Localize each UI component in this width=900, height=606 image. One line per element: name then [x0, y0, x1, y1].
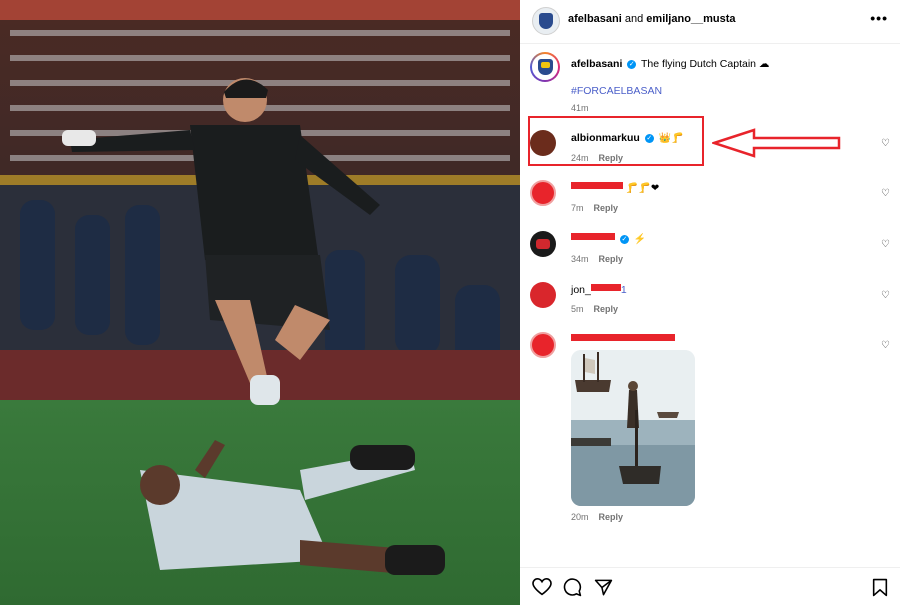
redacted-username	[571, 233, 615, 240]
cloud-emoji: ☁	[758, 58, 770, 70]
comment-time: 20m	[571, 512, 589, 522]
comment-time: 34m	[571, 254, 589, 264]
like-comment-heart-icon[interactable]: ♡	[881, 239, 890, 250]
comment-suffix: 1	[620, 284, 627, 296]
caption: afelbasani ✓ The flying Dutch Captain ☁	[571, 58, 769, 70]
comment-time: 7m	[571, 203, 584, 213]
comment-meta: 5m Reply	[571, 304, 618, 314]
comment-line: ✓ ⚡	[571, 233, 646, 245]
reply-button[interactable]: Reply	[594, 203, 619, 213]
reply-button[interactable]: Reply	[594, 304, 619, 314]
pirate-ship-image	[571, 350, 695, 506]
redacted-username	[590, 284, 621, 291]
highlight-box	[528, 116, 704, 166]
post-header: afelbasani and emiljano__musta •••	[520, 0, 900, 44]
like-comment-heart-icon[interactable]: ♡	[881, 188, 890, 199]
comment-meta: 7m Reply	[571, 203, 618, 213]
photo-image	[0, 0, 520, 605]
post-photo[interactable]	[0, 0, 520, 605]
comment-avatar[interactable]	[530, 332, 556, 358]
comment-time: 5m	[571, 304, 584, 314]
header-title: afelbasani and emiljano__musta	[568, 13, 736, 25]
annotation-arrow	[712, 128, 841, 158]
like-comment-heart-icon[interactable]: ♡	[881, 290, 890, 301]
comment-avatar[interactable]	[530, 231, 556, 257]
post-sidebar: afelbasani and emiljano__musta ••• afelb…	[520, 0, 900, 605]
caption-text: The flying Dutch Captain	[641, 58, 756, 70]
comment-meta: 34m Reply	[571, 254, 623, 264]
header-avatar[interactable]	[532, 7, 560, 35]
comment-emoji: ⚡	[633, 234, 647, 245]
header-connector: and	[624, 13, 644, 25]
comment-emoji: 🦵🦵❤	[625, 183, 660, 194]
comment-line: 🦵🦵❤	[571, 182, 659, 194]
reply-button[interactable]: Reply	[599, 512, 624, 522]
redacted-username	[571, 182, 623, 189]
reply-button[interactable]: Reply	[599, 254, 624, 264]
caption-username[interactable]: afelbasani	[571, 58, 622, 70]
comment-line: jon_ 1	[571, 284, 627, 296]
comment-meta: 20m Reply	[571, 512, 623, 522]
verified-icon: ✓	[627, 60, 637, 69]
share-icon[interactable]	[594, 578, 613, 597]
comment-avatar[interactable]	[530, 180, 556, 206]
bookmark-icon[interactable]	[872, 578, 888, 597]
comment-line	[571, 334, 675, 346]
heart-icon[interactable]	[532, 578, 552, 596]
verified-icon: ✓	[619, 235, 629, 244]
caption-hashtag[interactable]: #FORCAELBASAN	[571, 85, 662, 97]
comment-image[interactable]	[571, 350, 695, 506]
header-user1[interactable]: afelbasani	[568, 13, 622, 25]
action-bar	[520, 567, 900, 606]
header-user2[interactable]: emiljano__musta	[646, 13, 735, 25]
redacted-username	[571, 334, 675, 341]
club-logo-icon	[537, 59, 553, 75]
comment-avatar[interactable]	[530, 282, 556, 308]
like-comment-heart-icon[interactable]: ♡	[881, 340, 890, 351]
comment-username[interactable]: jon_	[571, 284, 591, 296]
like-comment-heart-icon[interactable]: ♡	[881, 138, 890, 149]
caption-avatar[interactable]	[530, 52, 560, 82]
comment-icon[interactable]	[563, 578, 582, 597]
more-icon[interactable]: •••	[870, 11, 888, 25]
caption-time: 41m	[571, 103, 589, 113]
